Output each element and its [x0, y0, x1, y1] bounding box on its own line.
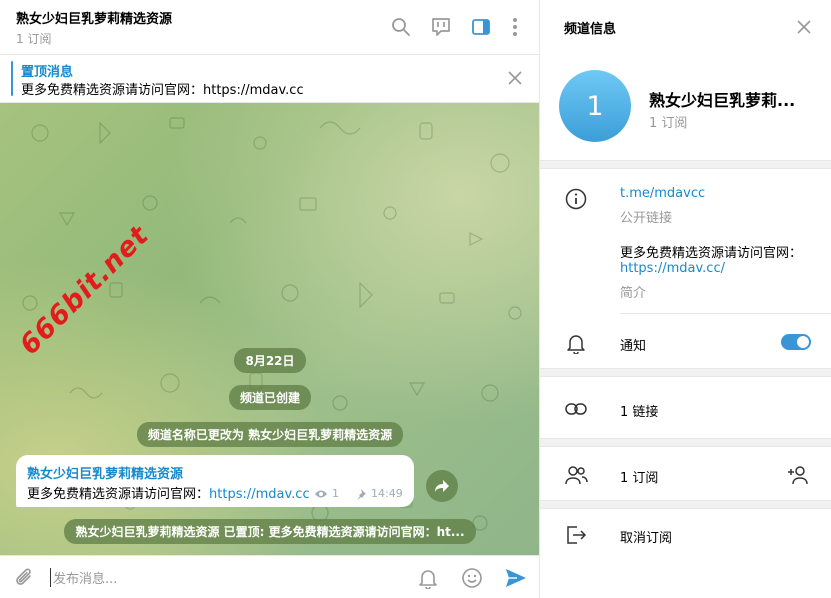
date-label: 8月22日 — [234, 348, 306, 373]
info-icon — [564, 187, 588, 211]
panel-title: 频道信息 — [564, 22, 617, 37]
pinned-text: 更多免费精选资源请访问官网：https://mdav.cc — [21, 83, 304, 98]
pin-icon — [357, 488, 366, 500]
toggle-knob — [797, 336, 809, 348]
search-icon[interactable] — [389, 15, 413, 39]
channel-info-panel: 频道信息 1 熟女少妇巨乳萝莉... 1 订阅 t.me/mdavcc 公开链接… — [540, 0, 831, 598]
close-icon[interactable] — [503, 66, 527, 90]
chat-wallpaper: 666bit.net 8月22日 频道已创建 频道名称已更改为 熟女少妇巨乳萝莉… — [0, 103, 540, 555]
message-bubble[interactable]: 熟女少妇巨乳萝莉精选资源 更多免费精选资源请访问官网：https://mdav.… — [16, 455, 414, 507]
message-link[interactable]: https://mdav.cc — [209, 487, 310, 502]
close-icon[interactable] — [792, 15, 816, 39]
section-separator — [540, 368, 831, 377]
message-author[interactable]: 熟女少妇巨乳萝莉精选资源 — [27, 463, 183, 482]
subscribers-row[interactable]: 1 订阅 — [620, 467, 658, 486]
users-icon — [564, 463, 588, 487]
forward-icon — [435, 480, 449, 492]
bell-icon — [564, 331, 588, 355]
date-separator: 8月22日 — [0, 348, 540, 373]
message-composer: 发布消息... — [0, 555, 540, 598]
channel-public-link[interactable]: t.me/mdavcc — [620, 186, 705, 201]
unsubscribe-button[interactable]: 取消订阅 — [620, 527, 672, 546]
send-icon[interactable] — [503, 565, 529, 591]
chat-header: 熟女少妇巨乳萝莉精选资源 1 订阅 — [0, 0, 540, 55]
row-divider — [620, 313, 831, 314]
service-pinned-text: 熟女少妇巨乳萝莉精选资源 已置顶: 更多免费精选资源请访问官网：ht... — [64, 519, 476, 544]
channel-description: 更多免费精选资源请访问官网： — [620, 246, 803, 261]
pinned-title: 置顶消息 — [21, 65, 74, 80]
chat-title[interactable]: 熟女少妇巨乳萝莉精选资源 — [16, 8, 172, 27]
message-text: 更多免费精选资源请访问官网：https://mdav.cc — [27, 483, 310, 502]
chat-subscriber-count: 1 订阅 — [16, 32, 52, 46]
description-label: 简介 — [620, 286, 647, 301]
eye-icon — [315, 490, 327, 497]
section-separator — [540, 160, 831, 169]
channel-subscriber-count: 1 订阅 — [649, 116, 688, 131]
emoji-icon[interactable] — [459, 565, 485, 591]
message-text-prefix: 更多免费精选资源请访问官网： — [27, 487, 210, 502]
message-views: 1 — [332, 487, 339, 500]
message-time: 14:49 — [371, 487, 403, 500]
service-renamed-text: 频道名称已更改为 熟女少妇巨乳萝莉精选资源 — [136, 422, 404, 447]
section-separator — [540, 438, 831, 447]
sidebar-toggle-icon[interactable] — [469, 15, 493, 39]
channel-avatar[interactable]: 1 — [559, 70, 631, 142]
service-message-created: 频道已创建 — [0, 385, 540, 410]
service-created-text: 频道已创建 — [228, 385, 311, 410]
reply-bubble-icon[interactable] — [429, 15, 453, 39]
chat-area: 熟女少妇巨乳萝莉精选资源 1 订阅 置顶消息 更多免费精选资源请访问官网：htt… — [0, 0, 540, 598]
share-forward-button[interactable] — [426, 470, 458, 502]
service-message-pinned: 熟女少妇巨乳萝莉精选资源 已置顶: 更多免费精选资源请访问官网：ht... — [0, 519, 540, 544]
notifications-toggle[interactable] — [781, 334, 811, 350]
section-separator — [540, 500, 831, 509]
notifications-label: 通知 — [620, 339, 647, 354]
pinned-accent-bar — [11, 61, 13, 96]
more-vertical-icon[interactable] — [503, 15, 527, 39]
message-meta: 1 14:49 — [314, 487, 403, 500]
bell-icon[interactable] — [415, 565, 441, 591]
channel-name: 熟女少妇巨乳萝莉... — [649, 91, 796, 110]
links-row[interactable]: 1 链接 — [620, 401, 658, 420]
message-input[interactable]: 发布消息... — [50, 568, 117, 587]
service-message-renamed: 频道名称已更改为 熟女少妇巨乳萝莉精选资源 — [0, 422, 540, 447]
link-icon — [564, 397, 588, 421]
leave-icon — [564, 523, 588, 547]
public-link-label: 公开链接 — [620, 211, 673, 226]
pinned-message-bar[interactable]: 置顶消息 更多免费精选资源请访问官网：https://mdav.cc — [0, 55, 540, 103]
add-user-icon[interactable] — [787, 463, 811, 487]
description-link[interactable]: https://mdav.cc/ — [620, 261, 725, 276]
attach-icon[interactable] — [12, 565, 38, 591]
